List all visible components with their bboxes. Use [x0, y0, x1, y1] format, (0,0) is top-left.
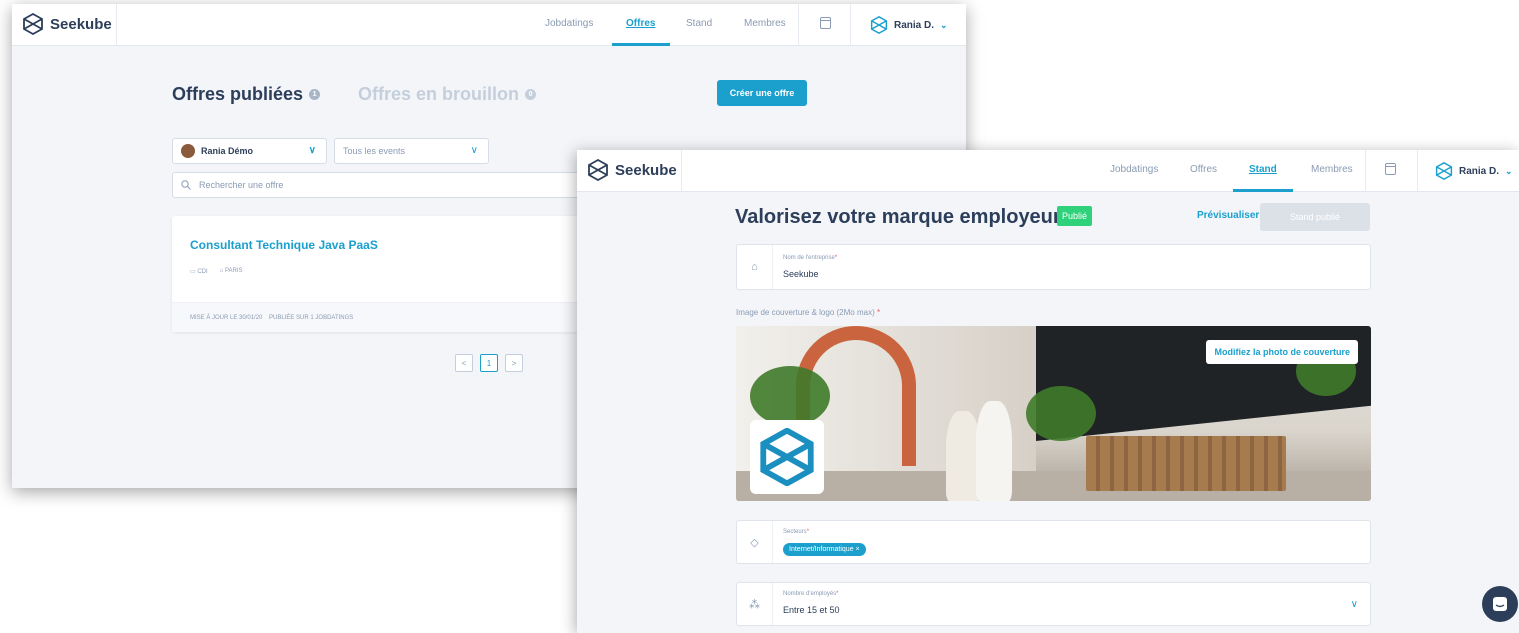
preview-link[interactable]: Prévisualiser	[1197, 210, 1259, 221]
remove-tag-icon[interactable]: ×	[856, 546, 860, 553]
count-badge: 1	[309, 89, 321, 100]
tab-label: Offres publiées	[172, 84, 304, 104]
chevron-down-icon: ⌄	[940, 19, 948, 30]
org-chart-icon: ⁂	[737, 583, 773, 625]
tab-label: Offres en brouillon	[358, 84, 520, 104]
location-tag: ⌂ PARIS	[219, 268, 243, 274]
offer-updated: MISE À JOUR LE 30/01/20	[190, 315, 263, 321]
calendar-icon[interactable]	[1385, 163, 1396, 175]
contract-tag: ▭ CDI	[190, 269, 208, 275]
company-name-field[interactable]: ⌂ Nom de l'entreprise* Seekube	[736, 244, 1371, 290]
nav-stand[interactable]: Stand	[1249, 164, 1277, 175]
nav-divider	[116, 4, 117, 46]
user-filter-select[interactable]: Rania Démo ∨	[172, 138, 327, 164]
sector-tag[interactable]: Internet/Informatique ×	[783, 543, 866, 556]
tag-icon: ◇	[737, 521, 773, 563]
select-value: Tous les events	[343, 146, 406, 156]
nav-offres[interactable]: Offres	[1190, 164, 1217, 175]
nav-divider	[850, 4, 851, 46]
company-logo[interactable]	[750, 420, 824, 494]
building-icon: ⌂	[737, 245, 773, 289]
page-title: Valorisez votre marque employeur	[735, 206, 1061, 228]
user-menu[interactable]: Rania D. ⌄	[1435, 162, 1513, 180]
building-icon: ⌂	[219, 268, 224, 274]
select-value: Rania Démo	[201, 146, 254, 156]
nav-stand[interactable]: Stand	[686, 18, 712, 29]
nav-jobdatings[interactable]: Jobdatings	[1110, 164, 1158, 175]
offer-published: PUBLIÉE SUR 1 JOBDATINGS	[269, 315, 354, 321]
user-name: Rania D.	[1459, 165, 1500, 177]
search-input[interactable]: Rechercher une offre	[172, 172, 592, 198]
user-avatar-icon	[870, 16, 888, 34]
edit-cover-button[interactable]: Modifiez la photo de couverture	[1206, 340, 1358, 364]
pagination-page[interactable]: 1	[480, 354, 498, 372]
count-badge: 0	[525, 89, 537, 100]
chevron-down-icon: ∨	[1350, 599, 1358, 610]
avatar	[181, 144, 195, 158]
nav-divider	[1417, 150, 1418, 192]
top-nav: Seekube Jobdatings Offres Stand Membres …	[577, 150, 1519, 192]
chevron-down-icon: ∨	[470, 145, 478, 156]
pagination-prev[interactable]: <	[455, 354, 473, 372]
offer-card[interactable]: Consultant Technique Java PaaS ▭ CDI ⌂ P…	[172, 216, 592, 332]
user-menu[interactable]: Rania D. ⌄	[870, 16, 948, 34]
sectors-field[interactable]: ◇ Secteurs* Internet/Informatique ×	[736, 520, 1371, 564]
offer-meta: ▭ CDI ⌂ PARIS	[190, 268, 243, 275]
user-avatar-icon	[1435, 162, 1453, 180]
cover-image[interactable]: Modifiez la photo de couverture	[736, 326, 1371, 501]
chevron-down-icon: ⌄	[1505, 165, 1513, 176]
field-label: Nombre d'employés*	[783, 591, 839, 597]
nav-membres[interactable]: Membres	[1311, 164, 1353, 175]
stand-window: Seekube Jobdatings Offres Stand Membres …	[577, 150, 1519, 633]
nav-divider	[798, 4, 799, 46]
logo-text: Seekube	[615, 161, 677, 179]
events-filter-select[interactable]: Tous les events ∨	[334, 138, 489, 164]
calendar-icon[interactable]	[820, 17, 831, 29]
offer-title[interactable]: Consultant Technique Java PaaS	[190, 238, 378, 252]
chat-icon	[1493, 597, 1507, 611]
seekube-logo-icon	[23, 13, 43, 35]
create-offer-button[interactable]: Créer une offre	[717, 80, 807, 106]
seekube-logo-icon	[760, 428, 814, 486]
logo[interactable]: Seekube	[587, 159, 677, 181]
active-tab-indicator	[612, 43, 670, 46]
chevron-down-icon: ∨	[308, 145, 316, 156]
chat-launcher[interactable]	[1482, 586, 1518, 622]
search-icon	[181, 180, 191, 190]
top-nav: Seekube Jobdatings Offres Stand Membres …	[12, 4, 966, 46]
user-name: Rania D.	[894, 19, 935, 31]
logo[interactable]: Seekube	[22, 13, 112, 35]
cover-photo-bench	[1086, 436, 1286, 491]
logo-text: Seekube	[50, 15, 112, 33]
cover-label: Image de couverture & logo (2Mo max) *	[736, 308, 881, 317]
cover-photo-plant	[1026, 386, 1096, 441]
stand-published-button[interactable]: Stand publié	[1260, 203, 1370, 231]
field-label: Secteurs*	[783, 529, 810, 535]
tab-published-offers[interactable]: Offres publiées 1	[172, 84, 321, 105]
document-icon: ▭	[190, 269, 196, 275]
search-placeholder: Rechercher une offre	[199, 180, 284, 190]
nav-jobdatings[interactable]: Jobdatings	[545, 18, 593, 29]
employees-value: Entre 15 et 50	[783, 605, 840, 615]
cover-photo-person	[946, 411, 980, 501]
active-tab-indicator	[1233, 189, 1293, 192]
nav-membres[interactable]: Membres	[744, 18, 786, 29]
nav-divider	[1365, 150, 1366, 192]
seekube-logo-icon	[588, 159, 608, 181]
pagination-next[interactable]: >	[505, 354, 523, 372]
cover-photo-plant	[750, 366, 830, 426]
company-name-input[interactable]: Seekube	[783, 269, 819, 279]
cover-photo-person	[976, 401, 1012, 501]
employees-select[interactable]: ⁂ Nombre d'employés* Entre 15 et 50 ∨	[736, 582, 1371, 626]
status-badge: Publié	[1057, 206, 1093, 226]
nav-offres[interactable]: Offres	[626, 18, 655, 29]
field-label: Nom de l'entreprise*	[783, 255, 838, 261]
nav-divider	[681, 150, 682, 192]
offer-footer: MISE À JOUR LE 30/01/20 PUBLIÉE SUR 1 JO…	[172, 302, 592, 332]
tab-draft-offers[interactable]: Offres en brouillon 0	[358, 84, 537, 105]
